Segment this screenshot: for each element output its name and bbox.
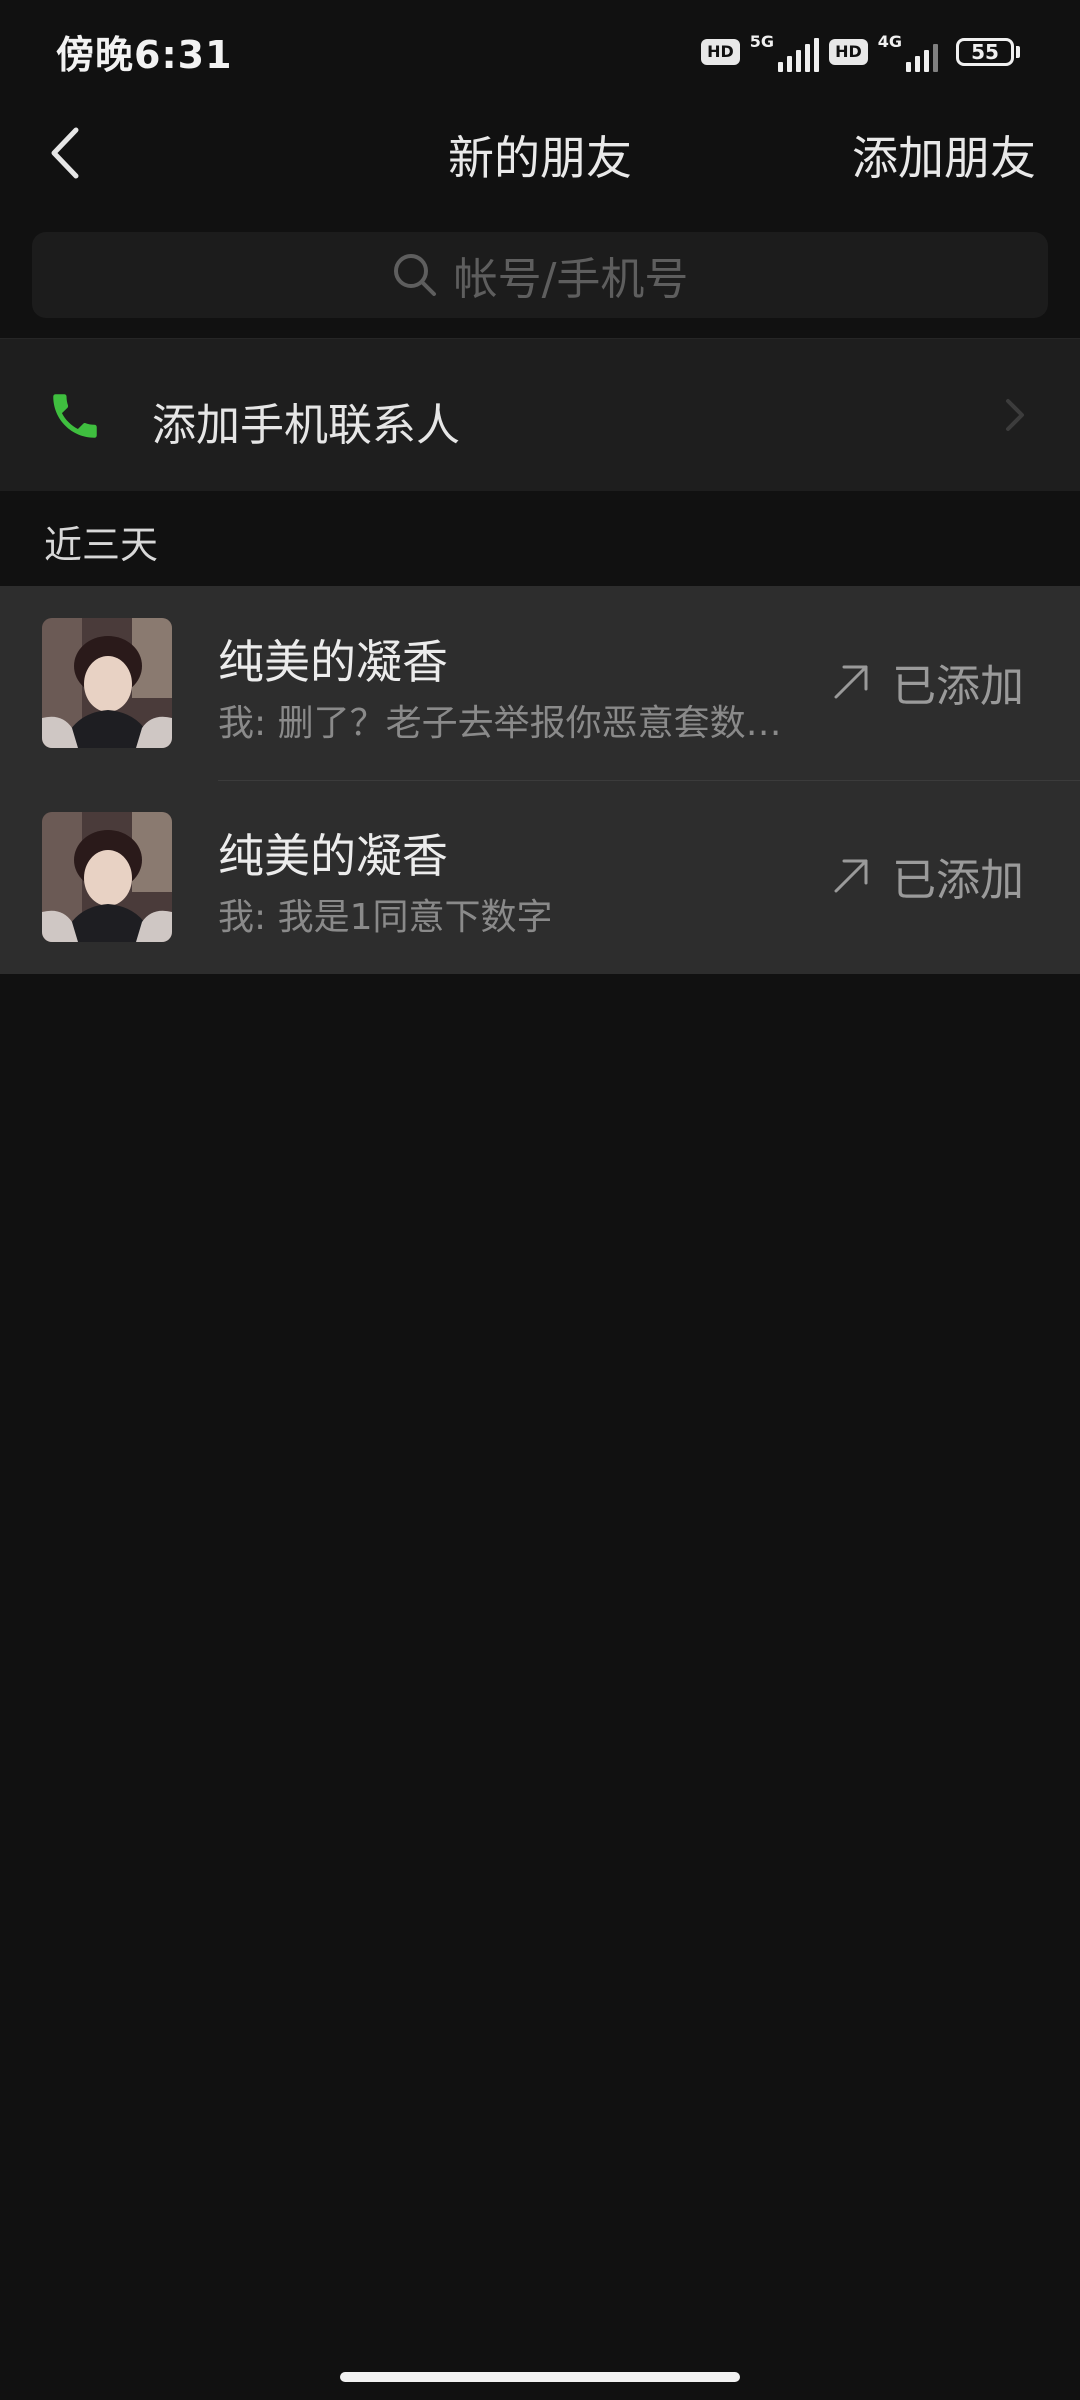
network-4g: 4G bbox=[878, 32, 938, 72]
avatar[interactable] bbox=[42, 812, 172, 942]
signal-icon bbox=[778, 38, 820, 72]
friend-message: 我: 我是1同意下数字 bbox=[218, 897, 553, 938]
avatar[interactable] bbox=[42, 618, 172, 748]
arrow-up-right-icon bbox=[834, 859, 868, 893]
battery-icon: 55 bbox=[956, 38, 1020, 66]
hd-badge: HD bbox=[829, 39, 868, 65]
nav-bar: 新的朋友 添加朋友 bbox=[0, 100, 1080, 210]
add-contacts-label: 添加手机联系人 bbox=[152, 400, 460, 451]
arrow-up-right-icon bbox=[834, 665, 868, 699]
add-friend-button[interactable]: 添加朋友 bbox=[852, 122, 1036, 188]
status-indicators: HD 5G HD 4G 55 bbox=[701, 30, 1020, 74]
home-indicator[interactable] bbox=[340, 2372, 740, 2382]
friend-item[interactable]: 纯美的凝香 我: 删了？老子去举报你恶意套数… 已添加 bbox=[0, 586, 1080, 780]
chevron-right-icon bbox=[1006, 399, 1024, 431]
battery-level: 55 bbox=[956, 38, 1014, 66]
network-label: 4G bbox=[877, 32, 902, 51]
added-status: 已添加 bbox=[892, 661, 1024, 712]
network-label: 5G bbox=[749, 32, 775, 51]
friend-status: 已添加 bbox=[832, 844, 1024, 908]
phone-icon bbox=[53, 394, 97, 438]
search-icon bbox=[393, 254, 436, 296]
signal-icon bbox=[906, 38, 938, 72]
friend-name: 纯美的凝香 bbox=[218, 829, 448, 883]
friend-item[interactable]: 纯美的凝香 我: 我是1同意下数字 已添加 bbox=[0, 780, 1080, 974]
status-bar: 傍晚6:31 HD 5G HD 4G 55 bbox=[0, 0, 1080, 100]
friend-message: 我: 删了？老子去举报你恶意套数… bbox=[218, 703, 782, 744]
added-status: 已添加 bbox=[892, 855, 1024, 906]
friend-status: 已添加 bbox=[832, 650, 1024, 714]
search-input[interactable]: 帐号/手机号 bbox=[32, 232, 1048, 318]
hd-badge: HD bbox=[701, 39, 740, 65]
search-placeholder: 帐号/手机号 bbox=[453, 254, 689, 305]
friend-name: 纯美的凝香 bbox=[218, 635, 448, 689]
status-time: 傍晚6:31 bbox=[56, 33, 233, 77]
add-phone-contacts-item[interactable]: 添加手机联系人 bbox=[0, 338, 1080, 491]
friend-list: 纯美的凝香 我: 删了？老子去举报你恶意套数… 已添加 纯美的凝香 我: 我是1… bbox=[0, 586, 1080, 974]
network-5g: 5G bbox=[749, 32, 820, 72]
section-header-recent: 近三天 bbox=[44, 523, 159, 567]
